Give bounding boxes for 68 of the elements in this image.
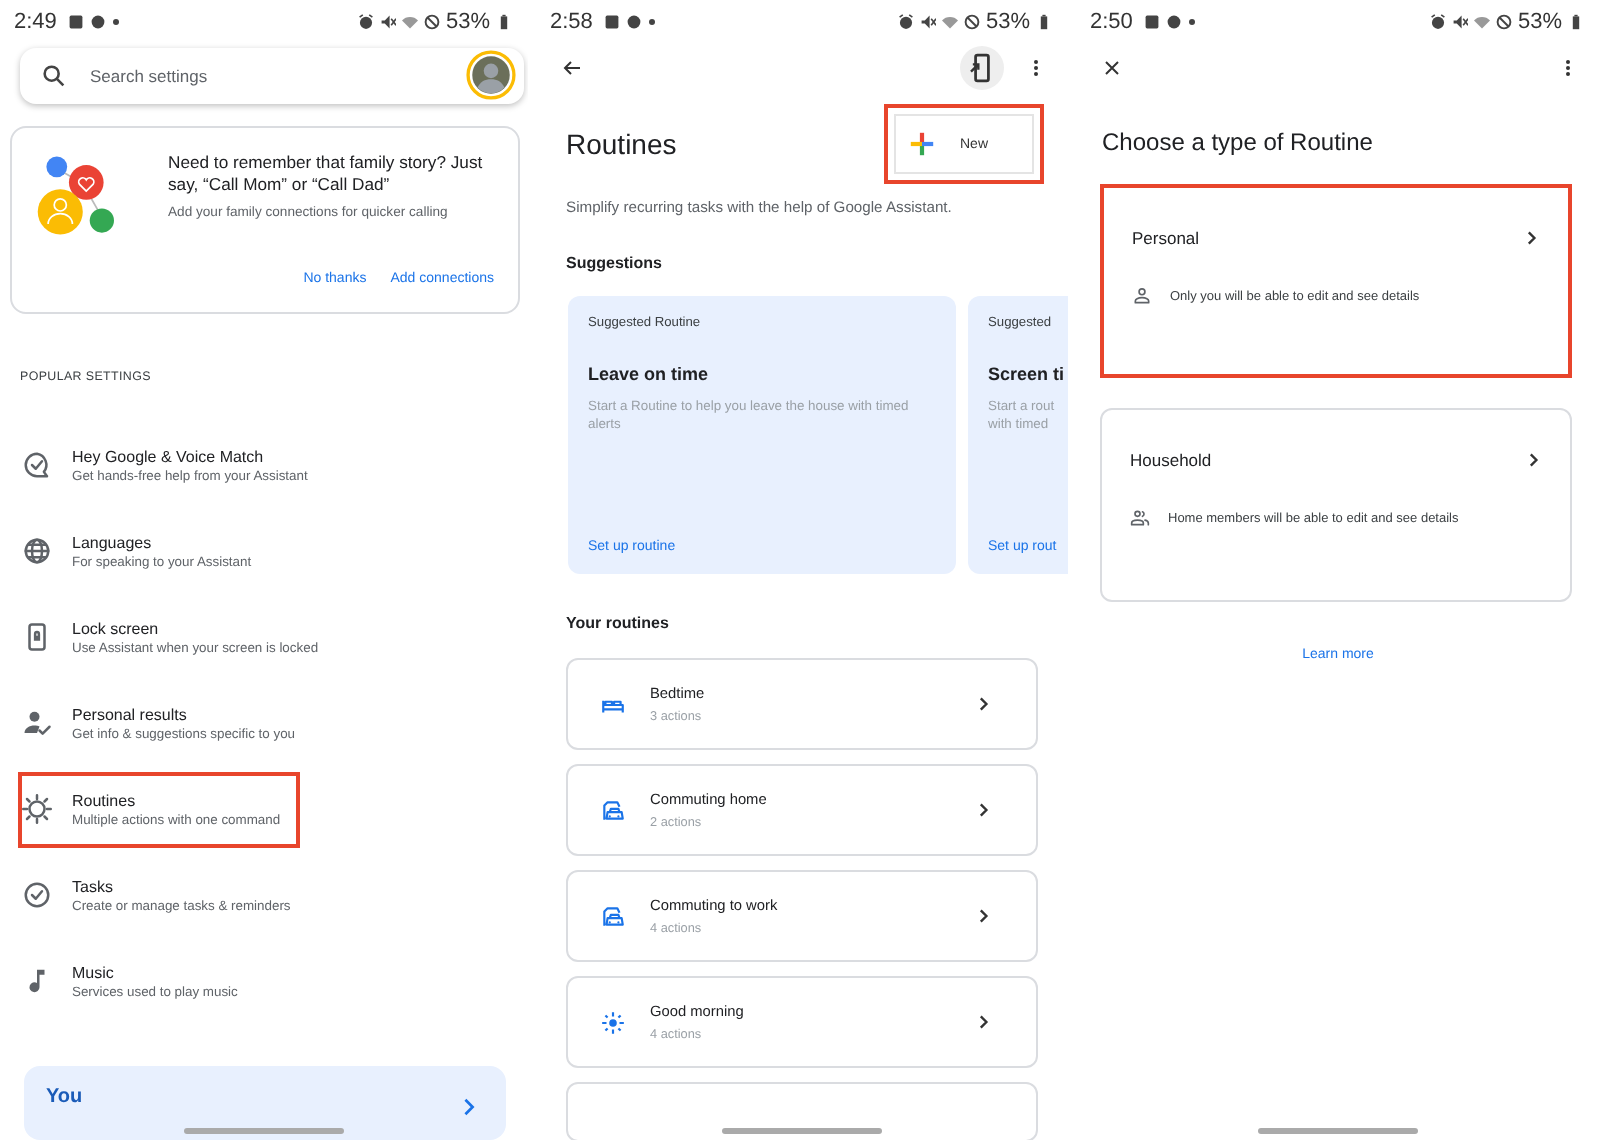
gear-icon	[22, 794, 52, 825]
section-heading: Your routines	[566, 614, 671, 632]
sun-icon	[600, 1009, 626, 1035]
block-icon	[1495, 14, 1512, 30]
block-icon	[963, 14, 980, 30]
wifi-icon	[941, 14, 958, 30]
card-title: Household	[1130, 450, 1212, 470]
battery-icon	[1036, 14, 1052, 30]
block-icon	[423, 14, 440, 30]
car-icon	[600, 797, 626, 823]
search-icon	[40, 61, 68, 90]
chevron-right-icon	[1524, 230, 1540, 246]
car-icon	[600, 903, 626, 929]
battery-level: 53%	[985, 10, 1030, 34]
card-title: Leave on time	[588, 364, 711, 384]
status-time: 2:58	[550, 10, 593, 34]
wifi-icon	[1473, 14, 1490, 30]
item-title: Lock screen	[72, 619, 161, 638]
wifi-icon	[401, 14, 418, 30]
card-title: Screen ti	[988, 364, 1067, 384]
chevron-right-icon	[976, 802, 992, 818]
item-title: Languages	[72, 533, 154, 552]
chevron-right-icon	[976, 696, 992, 712]
page-title: Choose a type of Routine	[1102, 128, 1375, 156]
battery-level: 53%	[445, 10, 490, 34]
item-title: Routines	[72, 791, 138, 810]
dot-icon	[112, 18, 121, 26]
chevron-right-icon	[460, 1097, 478, 1116]
item-title: Personal results	[72, 705, 189, 724]
alarm-icon	[897, 14, 914, 30]
mute-icon	[1451, 14, 1468, 30]
promo-title: Need to remember that family story? Just say, “Call Mom” or “Call Dad”	[168, 151, 485, 196]
chevron-right-icon	[976, 908, 992, 924]
dot-icon	[1188, 18, 1197, 26]
person-check-icon	[22, 708, 52, 739]
more-options-icon[interactable]	[1564, 56, 1572, 80]
globe-icon	[22, 536, 52, 567]
item-title: Music	[72, 963, 116, 982]
item-title: Tasks	[72, 877, 115, 896]
card-title: Personal	[1132, 228, 1200, 248]
person-icon	[1132, 286, 1152, 306]
dot-icon	[648, 18, 657, 26]
avatar[interactable]	[466, 50, 516, 101]
status-time: 2:49	[14, 10, 57, 34]
battery-icon	[1568, 14, 1584, 30]
plus-icon	[908, 130, 936, 158]
back-arrow-icon[interactable]	[560, 56, 584, 80]
more-options-icon[interactable]	[1032, 56, 1040, 80]
item-title: Hey Google & Voice Match	[72, 447, 266, 466]
alarm-icon	[357, 14, 374, 30]
section-heading: Suggestions	[566, 254, 665, 272]
page-title: Routines	[566, 128, 677, 160]
card-title: You	[46, 1085, 85, 1108]
status-time: 2:50	[1090, 10, 1133, 34]
battery-icon	[496, 14, 512, 30]
phone-lock-icon	[22, 622, 52, 653]
search-field[interactable]: Search settings	[86, 63, 448, 88]
chat-check-icon	[22, 450, 52, 481]
alarm-icon	[1429, 14, 1446, 30]
you-card[interactable]: You	[24, 1065, 506, 1140]
mute-icon	[919, 14, 936, 30]
people-icon	[1130, 508, 1150, 528]
check-circle-icon	[22, 880, 52, 911]
chevron-right-icon	[976, 1014, 992, 1030]
chevron-right-icon	[1526, 452, 1542, 468]
battery-level: 53%	[1517, 10, 1562, 34]
close-icon[interactable]	[1100, 56, 1124, 80]
mute-icon	[379, 14, 396, 30]
